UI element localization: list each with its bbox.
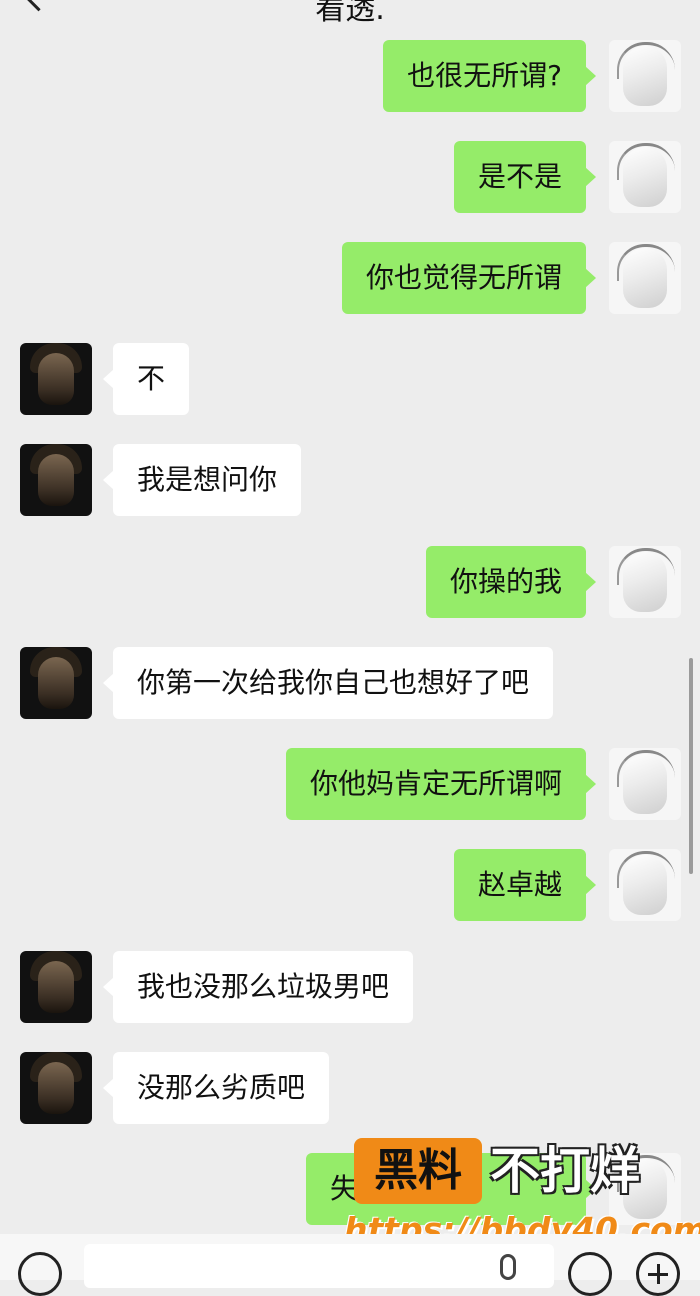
my-avatar[interactable] xyxy=(609,242,681,314)
message-bubble[interactable]: 没那么劣质吧 xyxy=(102,1052,330,1124)
input-bar xyxy=(0,1234,700,1296)
contact-avatar[interactable] xyxy=(20,951,92,1023)
my-avatar[interactable] xyxy=(609,748,681,820)
message-bubble[interactable]: 你第一次给我你自己也想好了吧 xyxy=(102,647,554,719)
contact-avatar[interactable] xyxy=(20,647,92,719)
contact-avatar[interactable] xyxy=(20,444,92,516)
message-bubble[interactable]: 我也没那么垃圾男吧 xyxy=(102,951,414,1023)
message-item: 你也觉得无所谓 xyxy=(0,242,700,314)
watermark-slogan: 不打烊 xyxy=(490,1142,640,1200)
microphone-icon[interactable] xyxy=(500,1254,516,1280)
chat-header: 看透. xyxy=(0,0,700,36)
message-bubble[interactable]: 你操的我 xyxy=(425,546,597,618)
message-item: 赵卓越 xyxy=(0,849,700,921)
voice-icon[interactable] xyxy=(18,1252,62,1296)
plus-icon[interactable] xyxy=(636,1252,680,1296)
contact-avatar[interactable] xyxy=(20,343,92,415)
message-bubble[interactable]: 是不是 xyxy=(453,141,597,213)
my-avatar[interactable] xyxy=(609,141,681,213)
message-item: 没那么劣质吧 xyxy=(0,1052,700,1124)
watermark-brand: 黑料 xyxy=(354,1138,482,1204)
my-avatar[interactable] xyxy=(609,40,681,112)
message-bubble[interactable]: 不 xyxy=(102,343,190,415)
contact-avatar[interactable] xyxy=(20,1052,92,1124)
message-item: 我是想问你 xyxy=(0,444,700,516)
message-bubble[interactable]: 你他妈肯定无所谓啊 xyxy=(285,748,597,820)
message-bubble[interactable]: 你也觉得无所谓 xyxy=(341,242,597,314)
message-item: 你第一次给我你自己也想好了吧 xyxy=(0,647,700,719)
message-bubble[interactable]: 赵卓越 xyxy=(453,849,597,921)
message-input[interactable] xyxy=(84,1244,554,1288)
message-item: 你操的我 xyxy=(0,546,700,618)
message-item: 不 xyxy=(0,343,700,415)
my-avatar[interactable] xyxy=(609,849,681,921)
message-item: 我也没那么垃圾男吧 xyxy=(0,951,700,1023)
my-avatar[interactable] xyxy=(609,546,681,618)
message-item: 你他妈肯定无所谓啊 xyxy=(0,748,700,820)
emoji-icon[interactable] xyxy=(568,1252,612,1296)
message-item: 是不是 xyxy=(0,141,700,213)
message-bubble[interactable]: 也很无所谓? xyxy=(383,40,596,112)
scrollbar[interactable] xyxy=(689,658,693,874)
message-bubble[interactable]: 我是想问你 xyxy=(102,444,302,516)
message-item: 也很无所谓? xyxy=(0,40,700,112)
chat-title: 看透. xyxy=(315,0,385,27)
